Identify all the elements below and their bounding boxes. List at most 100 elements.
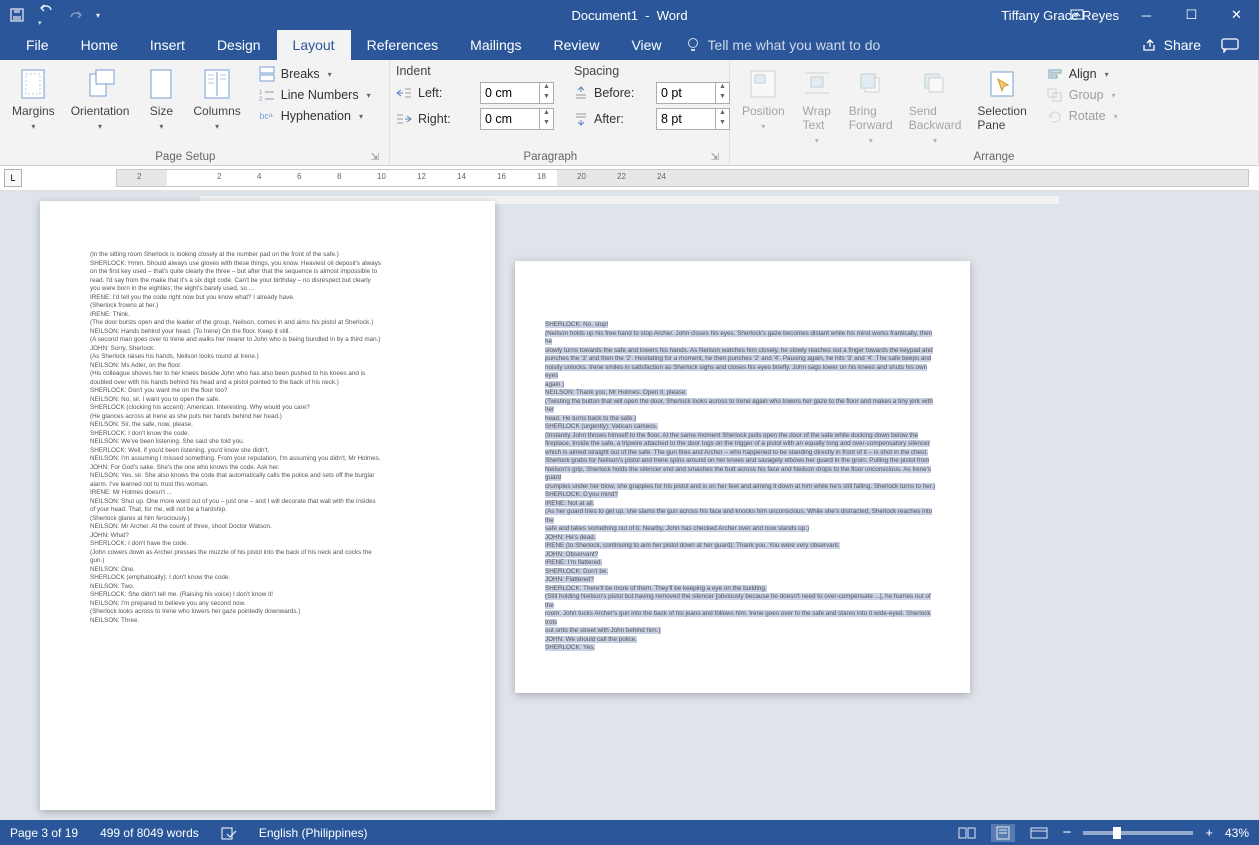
- indent-left-row: Left: ▲▼: [396, 80, 554, 106]
- bring-forward-label: Bring Forward: [849, 104, 893, 132]
- indent-right-icon: [396, 112, 412, 126]
- indent-right-row: Right: ▲▼: [396, 106, 554, 132]
- send-backward-button[interactable]: Send Backward▾: [903, 64, 968, 149]
- zoom-level[interactable]: 43%: [1225, 826, 1249, 840]
- wrap-text-button[interactable]: Wrap Text▾: [795, 64, 839, 149]
- spin-down[interactable]: ▼: [540, 93, 553, 103]
- page-indicator[interactable]: Page 3 of 19: [10, 826, 78, 840]
- tab-references[interactable]: References: [351, 30, 455, 60]
- position-button[interactable]: Position▾: [736, 64, 791, 135]
- word-count[interactable]: 499 of 8049 words: [100, 826, 199, 840]
- rotate-label: Rotate: [1069, 109, 1106, 123]
- spin-up[interactable]: ▲: [540, 83, 553, 93]
- columns-button[interactable]: Columns▾: [187, 64, 246, 135]
- page-setup-launcher[interactable]: ⇲: [371, 152, 383, 163]
- tab-home[interactable]: Home: [65, 30, 134, 60]
- page-1[interactable]: (In the sitting room Sherlock is looking…: [40, 201, 495, 810]
- spacing-heading: Spacing: [574, 64, 730, 80]
- group-paragraph: Indent Left: ▲▼ Right: ▲▼ Spacing: [390, 60, 730, 165]
- redo-icon[interactable]: [68, 9, 82, 21]
- maximize-button[interactable]: ☐: [1169, 0, 1214, 30]
- group-button[interactable]: Group▾: [1043, 85, 1122, 105]
- web-layout-button[interactable]: [1027, 824, 1051, 842]
- indent-left-input[interactable]: [481, 83, 539, 103]
- breaks-button[interactable]: Breaks▾: [255, 64, 375, 84]
- tab-file[interactable]: File: [10, 30, 65, 60]
- close-button[interactable]: ✕: [1214, 0, 1259, 30]
- group-arrange: Position▾ Wrap Text▾ Bring Forward▾ Send…: [730, 60, 1259, 165]
- page-2[interactable]: SHERLOCK: No, stop!(Neilson holds up his…: [515, 261, 970, 693]
- print-layout-button[interactable]: [991, 824, 1015, 842]
- wrap-text-label: Wrap Text: [802, 104, 830, 132]
- ruler-area: L 224681012141618202224: [0, 166, 1259, 191]
- spacing-before-icon: [574, 86, 588, 100]
- ribbon-tabs: File Home Insert Design Layout Reference…: [0, 30, 1259, 60]
- tab-design[interactable]: Design: [201, 30, 277, 60]
- save-icon[interactable]: [10, 8, 24, 22]
- proofing-icon[interactable]: [221, 826, 237, 840]
- position-icon: [747, 68, 779, 100]
- hyphenation-button[interactable]: bca-Hyphenation▾: [255, 106, 375, 126]
- ribbon-display-options-icon[interactable]: [1070, 9, 1084, 21]
- orientation-icon: [84, 68, 116, 100]
- spacing-after-input[interactable]: [657, 109, 715, 129]
- margins-label: Margins: [12, 104, 55, 118]
- tab-selector[interactable]: L: [4, 169, 22, 187]
- minimize-button[interactable]: ─: [1124, 0, 1169, 30]
- margins-button[interactable]: Margins▾: [6, 64, 61, 135]
- tell-me[interactable]: Tell me what you want to do: [686, 30, 881, 60]
- spin-down[interactable]: ▼: [716, 93, 729, 103]
- tab-layout[interactable]: Layout: [277, 30, 351, 60]
- spin-down[interactable]: ▼: [540, 119, 553, 129]
- indent-left-icon: [396, 86, 412, 100]
- horizontal-ruler[interactable]: 224681012141618202224: [116, 169, 1249, 187]
- orientation-button[interactable]: Orientation▾: [65, 64, 136, 135]
- qat-customize-icon[interactable]: ▾: [96, 11, 100, 20]
- tab-view[interactable]: View: [615, 30, 677, 60]
- share-button[interactable]: Share: [1142, 37, 1201, 53]
- undo-icon[interactable]: ▾: [38, 2, 54, 28]
- tab-review[interactable]: Review: [538, 30, 616, 60]
- indent-right-input[interactable]: [481, 109, 539, 129]
- group-label: Group: [1069, 88, 1104, 102]
- bring-forward-button[interactable]: Bring Forward▾: [843, 64, 899, 149]
- rotate-button[interactable]: Rotate▾: [1043, 106, 1122, 126]
- share-icon: [1142, 38, 1158, 52]
- spacing-after-icon: [574, 112, 588, 126]
- line-numbers-button[interactable]: 12Line Numbers▾: [255, 85, 375, 105]
- window-controls: ─ ☐ ✕: [1124, 0, 1259, 30]
- zoom-slider[interactable]: [1083, 831, 1193, 835]
- rotate-icon: [1047, 108, 1063, 124]
- spin-up[interactable]: ▲: [540, 109, 553, 119]
- svg-text:1: 1: [259, 90, 263, 96]
- spin-down[interactable]: ▼: [716, 119, 729, 129]
- document-title: Document1 - Word: [571, 8, 687, 23]
- selection-pane-button[interactable]: Selection Pane: [971, 64, 1032, 136]
- align-button[interactable]: Align▾: [1043, 64, 1122, 84]
- document-area[interactable]: (In the sitting room Sherlock is looking…: [0, 191, 1259, 820]
- tab-mailings[interactable]: Mailings: [454, 30, 537, 60]
- arrange-label: Arrange: [974, 151, 1015, 163]
- indent-right-spinner[interactable]: ▲▼: [480, 108, 554, 130]
- size-button[interactable]: Size▾: [139, 64, 183, 135]
- group-icon: [1047, 87, 1063, 103]
- read-mode-button[interactable]: [955, 824, 979, 842]
- spacing-before-input[interactable]: [657, 83, 715, 103]
- hyphenation-label: Hyphenation: [281, 109, 351, 123]
- spin-up[interactable]: ▲: [716, 83, 729, 93]
- spacing-before-spinner[interactable]: ▲▼: [656, 82, 730, 104]
- language-indicator[interactable]: English (Philippines): [259, 826, 368, 840]
- indent-left-spinner[interactable]: ▲▼: [480, 82, 554, 104]
- zoom-out-button[interactable]: −: [1063, 824, 1072, 841]
- paragraph-launcher[interactable]: ⇲: [711, 152, 723, 163]
- spin-up[interactable]: ▲: [716, 109, 729, 119]
- comments-icon[interactable]: [1221, 38, 1239, 53]
- breaks-icon: [259, 66, 275, 82]
- user-name: Tiffany Grace Reyes: [1001, 8, 1119, 23]
- orientation-label: Orientation: [71, 104, 130, 118]
- zoom-in-button[interactable]: +: [1205, 825, 1213, 840]
- wrap-text-icon: [801, 68, 833, 100]
- tab-insert[interactable]: Insert: [134, 30, 201, 60]
- spacing-after-label: After:: [594, 112, 650, 126]
- spacing-after-spinner[interactable]: ▲▼: [656, 108, 730, 130]
